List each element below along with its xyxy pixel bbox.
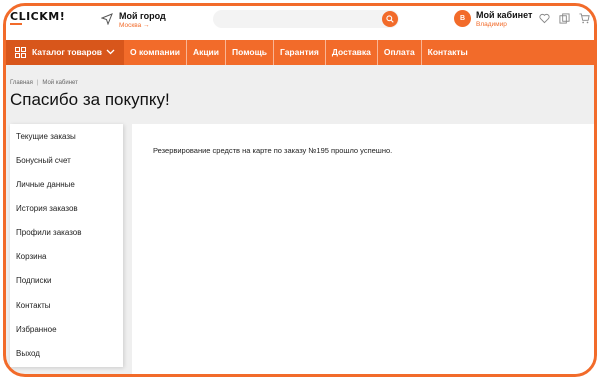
account-username: Владимир [476,21,507,28]
account-sidebar: Текущие заказы Бонусный счет Личные данн… [10,124,123,367]
nav-item-contacts[interactable]: Контакты [420,40,474,65]
sidebar-item-bonus-account[interactable]: Бонусный счет [16,156,71,165]
grid-icon [15,47,26,58]
sidebar-item-order-profiles[interactable]: Профили заказов [16,228,82,237]
breadcrumb-separator: | [36,80,39,86]
search-icon [386,15,394,23]
breadcrumb-home[interactable]: Главная [10,80,33,86]
location-arrow-icon [101,13,113,25]
search-input[interactable] [213,10,399,28]
logo-text: CLICKM! [10,10,66,23]
search-button[interactable] [382,11,398,27]
sidebar-item-contacts[interactable]: Контакты [16,301,51,310]
main-nav: Каталог товаров О компании Акции Помощь … [6,40,594,65]
chevron-down-icon [106,49,115,55]
catalog-menu-button[interactable]: Каталог товаров [6,40,124,65]
nav-item-delivery[interactable]: Доставка [324,40,377,65]
sidebar-item-cart[interactable]: Корзина [16,252,46,261]
heart-icon[interactable] [539,13,550,24]
nav-links: О компании Акции Помощь Гарантия Доставк… [124,40,474,65]
site-logo[interactable]: CLICKM! [10,10,65,26]
sidebar-item-personal-data[interactable]: Личные данные [16,180,75,189]
sidebar-item-logout[interactable]: Выход [16,349,40,358]
page-title: Спасибо за покупку! [10,90,170,109]
city-title: Мой город [119,11,166,21]
sidebar-item-order-history[interactable]: История заказов [16,204,78,213]
nav-item-help[interactable]: Помощь [225,40,273,65]
nav-item-warranty[interactable]: Гарантия [272,40,325,65]
breadcrumb-current[interactable]: Мой кабинет [42,80,78,86]
browser-frame: CLICKM! Мой город Москва → В Мой кабинет… [3,3,597,377]
catalog-label: Каталог товаров [32,47,102,57]
account-title: Мой кабинет [476,10,533,20]
nav-item-about[interactable]: О компании [124,40,186,65]
payment-success-message: Резервирование средств на карте по заказ… [153,146,393,155]
sidebar-item-current-orders[interactable]: Текущие заказы [16,132,76,141]
avatar[interactable]: В [454,10,471,27]
sidebar-item-favorites[interactable]: Избранное [16,325,57,334]
top-header: CLICKM! Мой город Москва → В Мой кабинет… [6,6,594,40]
nav-item-promotions[interactable]: Акции [185,40,225,65]
city-name-link[interactable]: Москва → [119,22,150,29]
nav-item-payment[interactable]: Оплата [376,40,421,65]
cart-icon[interactable] [579,13,590,24]
breadcrumb: Главная | Мой кабинет [10,80,78,86]
main-content: Резервирование средств на карте по заказ… [132,124,594,374]
sidebar-item-subscriptions[interactable]: Подписки [16,276,51,285]
compare-icon[interactable] [559,13,570,24]
logo-accent [10,23,22,25]
